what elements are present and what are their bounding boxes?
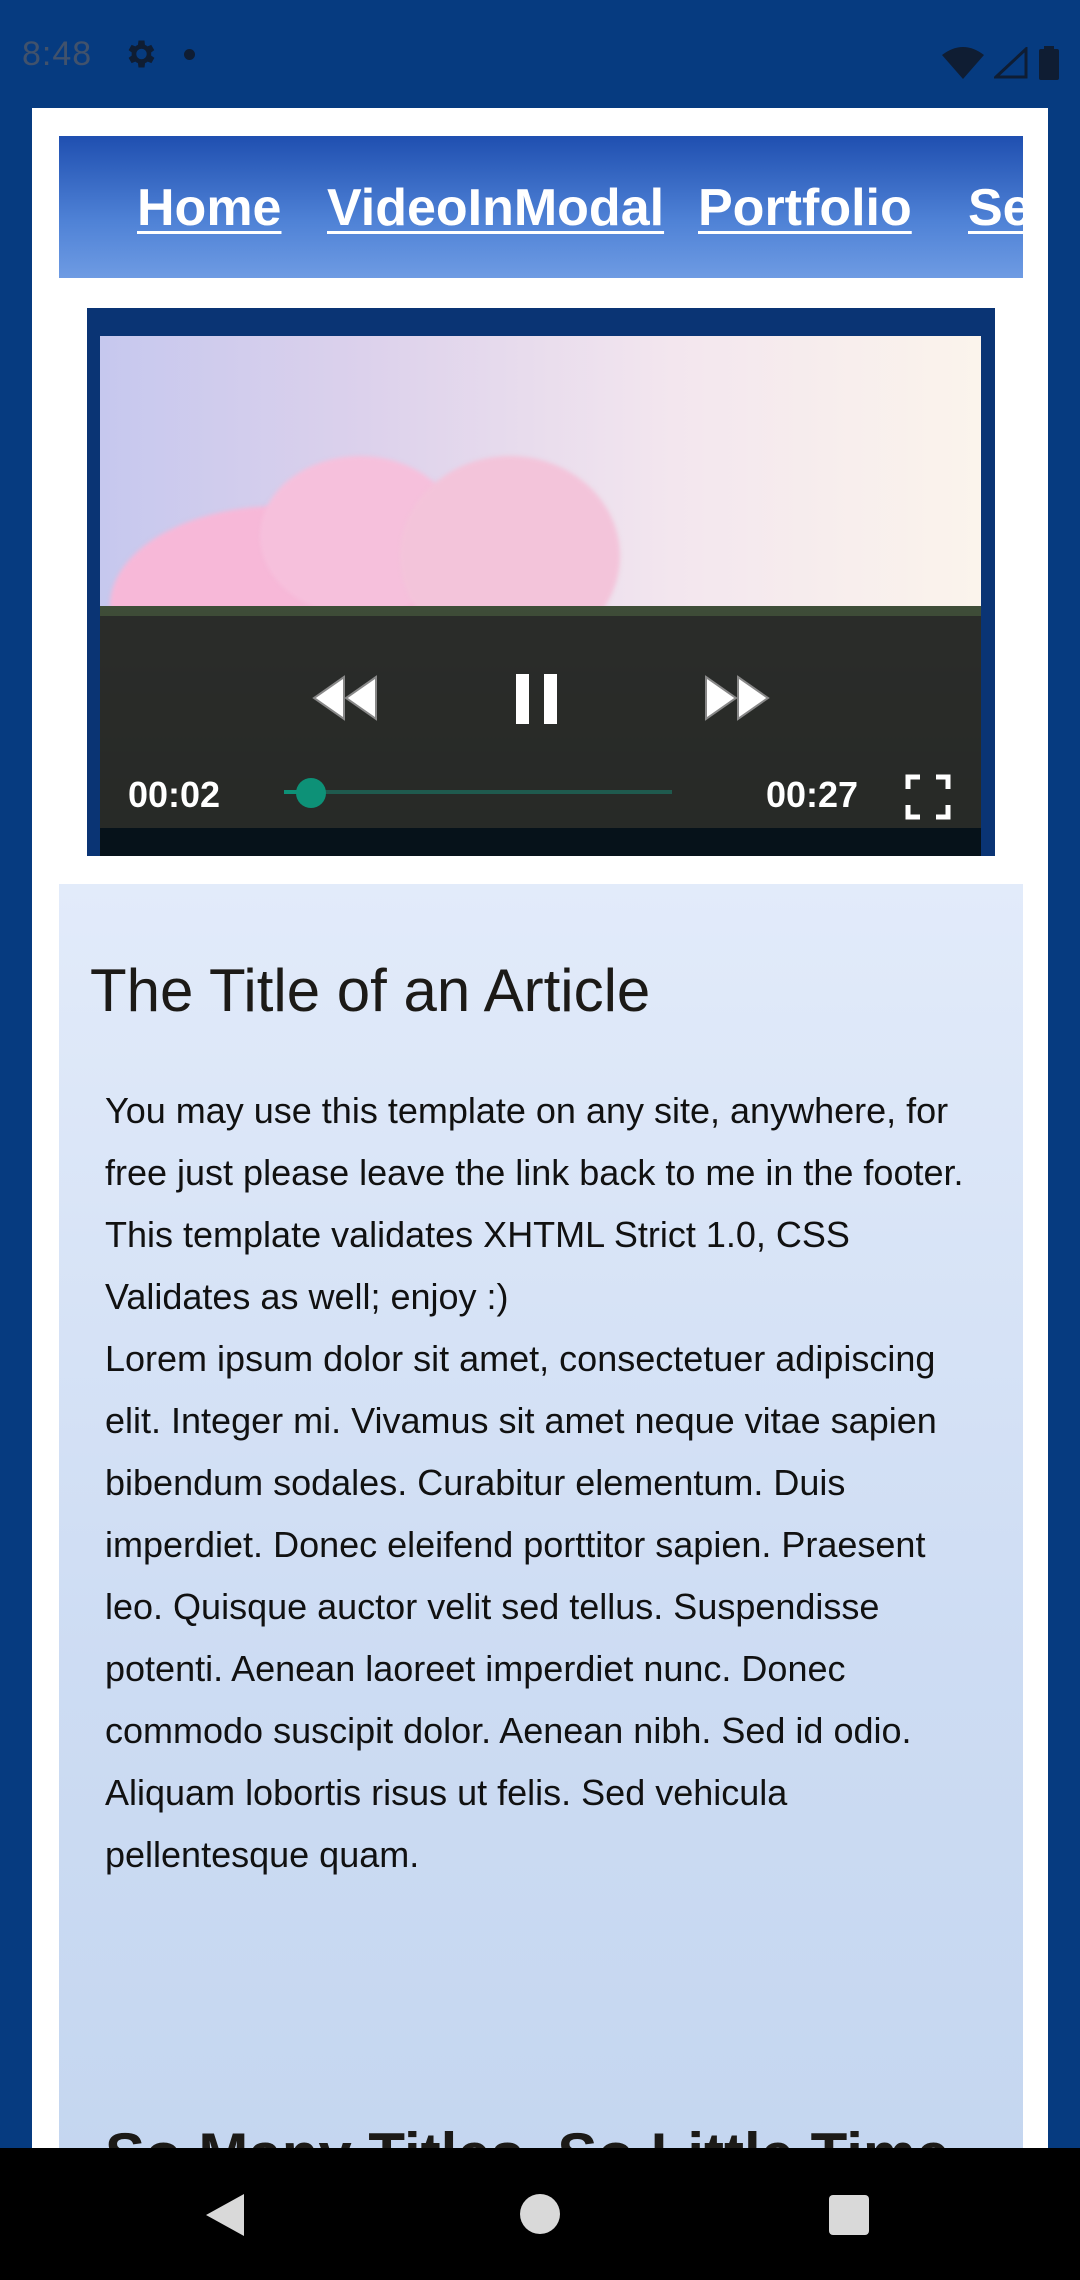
recents-icon[interactable] (828, 2194, 870, 2236)
wifi-icon (942, 47, 984, 79)
fullscreen-icon[interactable] (905, 774, 951, 820)
back-icon[interactable] (204, 2192, 246, 2238)
rewind-icon[interactable] (310, 673, 380, 723)
home-icon[interactable] (518, 2192, 562, 2236)
current-time: 00:02 (128, 774, 221, 815)
nav-link-home[interactable]: Home (137, 178, 281, 238)
article-paragraph: Lorem ipsum dolor sit amet, consectetuer… (105, 1338, 937, 1875)
pause-icon[interactable] (514, 672, 560, 726)
video-bottom-strip (100, 828, 981, 856)
duration: 00:27 (766, 774, 859, 815)
cell-signal-icon (994, 47, 1028, 79)
seek-thumb[interactable] (296, 778, 327, 808)
video-controls (100, 616, 981, 856)
article-subtitle: So Many Titles, So Little Time (105, 2120, 950, 2148)
status-bar: 8:48 (0, 0, 1080, 108)
web-page: Home VideoInModal Portfolio Se 00:02 00:… (32, 108, 1048, 2148)
nav-link-portfolio[interactable]: Portfolio (698, 178, 912, 238)
top-navigation: Home VideoInModal Portfolio Se (59, 136, 1023, 278)
video-frame: 00:02 00:27 (87, 308, 995, 856)
seek-bar[interactable] (284, 790, 672, 794)
nav-link-truncated[interactable]: Se (968, 178, 1023, 238)
settings-gear-icon (128, 40, 155, 68)
status-icons (942, 46, 1060, 80)
article: The Title of an Article You may use this… (59, 884, 1023, 2148)
status-time: 8:48 (22, 34, 93, 73)
fast-forward-icon[interactable] (702, 673, 772, 723)
nav-link-videoinmodal[interactable]: VideoInModal (327, 178, 664, 238)
article-paragraph: You may use this template on any site, a… (105, 1090, 964, 1317)
article-title: The Title of an Article (90, 957, 651, 1024)
system-navigation-bar (0, 2148, 1080, 2280)
battery-icon (1039, 46, 1059, 80)
video-player[interactable]: 00:02 00:27 (100, 336, 981, 856)
notification-dot-icon (184, 48, 196, 60)
